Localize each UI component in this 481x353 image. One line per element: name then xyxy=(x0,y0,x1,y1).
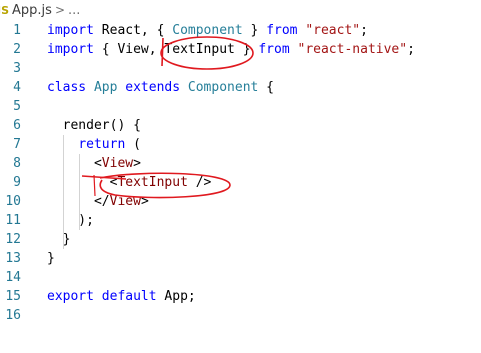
code-token: } xyxy=(234,42,259,57)
line-number: 13 xyxy=(5,251,21,266)
code-token: from xyxy=(258,42,290,57)
code-line[interactable]: 8 <View> xyxy=(0,154,481,173)
line-number: 14 xyxy=(5,270,21,285)
code-editor[interactable]: 1 import React, { Component } from "react… xyxy=(0,21,481,325)
code-token: } xyxy=(47,232,71,247)
code-line[interactable]: 12 } xyxy=(0,230,481,249)
code-line[interactable]: 16 xyxy=(0,306,481,325)
code-line[interactable]: 1 import React, { Component } from "react… xyxy=(0,21,481,40)
code-token: < xyxy=(47,175,118,190)
line-number: 10 xyxy=(5,194,21,209)
code-line[interactable]: 6 render() { xyxy=(0,116,481,135)
code-token: "react" xyxy=(305,23,361,38)
code-token: } xyxy=(47,251,55,266)
code-token: } xyxy=(242,23,267,38)
code-token: from xyxy=(266,23,298,38)
code-token: extends xyxy=(125,80,181,95)
code-text: <TextInput /> xyxy=(47,173,212,192)
code-token: ( xyxy=(125,137,141,152)
code-text: return ( xyxy=(47,135,141,154)
line-number: 9 xyxy=(13,175,21,190)
code-line[interactable]: 7 return ( xyxy=(0,135,481,154)
line-number: 16 xyxy=(5,308,21,323)
code-text: import { View, TextInput } from "react-n… xyxy=(47,40,415,59)
code-token: import xyxy=(47,23,94,38)
line-number: 11 xyxy=(5,213,21,228)
code-line[interactable]: 13} xyxy=(0,249,481,268)
code-line[interactable]: 10 </View> xyxy=(0,192,481,211)
code-line[interactable]: 9 <TextInput /> xyxy=(0,173,481,192)
breadcrumb-file[interactable]: App.js xyxy=(12,3,52,18)
code-line[interactable]: 15 export default App; xyxy=(0,287,481,306)
breadcrumb-more[interactable]: ... xyxy=(68,3,80,18)
code-token: App xyxy=(93,80,118,95)
code-line[interactable]: 11 ); xyxy=(0,211,481,230)
line-number: 5 xyxy=(13,99,21,114)
code-token: "react-native" xyxy=(297,42,408,57)
code-token: TextInput xyxy=(117,175,188,190)
code-line[interactable]: 2 import { View, TextInput } from "react-… xyxy=(0,40,481,59)
line-number: 3 xyxy=(13,61,21,76)
breadcrumb: JSApp.js>... xyxy=(0,0,80,20)
code-token: render() { xyxy=(47,118,141,133)
code-token: TextInput xyxy=(164,42,235,57)
line-number: 12 xyxy=(5,232,21,247)
code-token: View xyxy=(109,194,141,209)
code-token: < xyxy=(47,156,102,171)
line-number: 2 xyxy=(13,42,21,57)
code-line[interactable]: 3 xyxy=(0,59,481,78)
code-token: > xyxy=(133,156,141,171)
line-number: 1 xyxy=(13,23,21,38)
line-number: 7 xyxy=(13,137,21,152)
code-token: { View, xyxy=(93,42,165,57)
code-text: class App extends Component { xyxy=(47,78,274,97)
code-token: ; xyxy=(360,23,368,38)
code-line[interactable]: 5 xyxy=(0,97,481,116)
code-token: Component xyxy=(187,80,259,95)
code-token: Component xyxy=(172,23,243,38)
code-text: import React, { Component } from "react"… xyxy=(47,21,368,40)
code-token: /> xyxy=(187,175,212,190)
code-text: } xyxy=(47,249,55,268)
code-token: default xyxy=(101,289,157,304)
code-token: class xyxy=(47,80,87,95)
code-token: return xyxy=(78,137,126,152)
line-number: 15 xyxy=(5,289,21,304)
code-line[interactable]: 14 xyxy=(0,268,481,287)
code-token: > xyxy=(140,194,149,209)
line-number: 8 xyxy=(13,156,21,171)
code-text: } xyxy=(47,230,71,249)
code-text: ); xyxy=(47,211,94,230)
code-token: View xyxy=(101,156,134,171)
code-text: <View> xyxy=(47,154,141,173)
code-text: export default App; xyxy=(47,287,196,306)
code-token: { xyxy=(258,80,275,95)
javascript-file-icon: JS xyxy=(0,4,10,17)
code-token: ; xyxy=(407,42,415,57)
indent-guide xyxy=(63,135,64,249)
chevron-right-icon: > xyxy=(54,3,65,17)
code-token: React, { xyxy=(93,23,173,38)
code-token: ); xyxy=(47,213,94,228)
code-token: import xyxy=(47,42,94,57)
code-token: export xyxy=(47,289,94,304)
code-text: render() { xyxy=(47,116,141,135)
line-number: 4 xyxy=(13,80,21,95)
line-number: 6 xyxy=(13,118,21,133)
code-line[interactable]: 4 class App extends Component { xyxy=(0,78,481,97)
indent-guide xyxy=(79,154,80,230)
code-token: App; xyxy=(156,289,196,304)
